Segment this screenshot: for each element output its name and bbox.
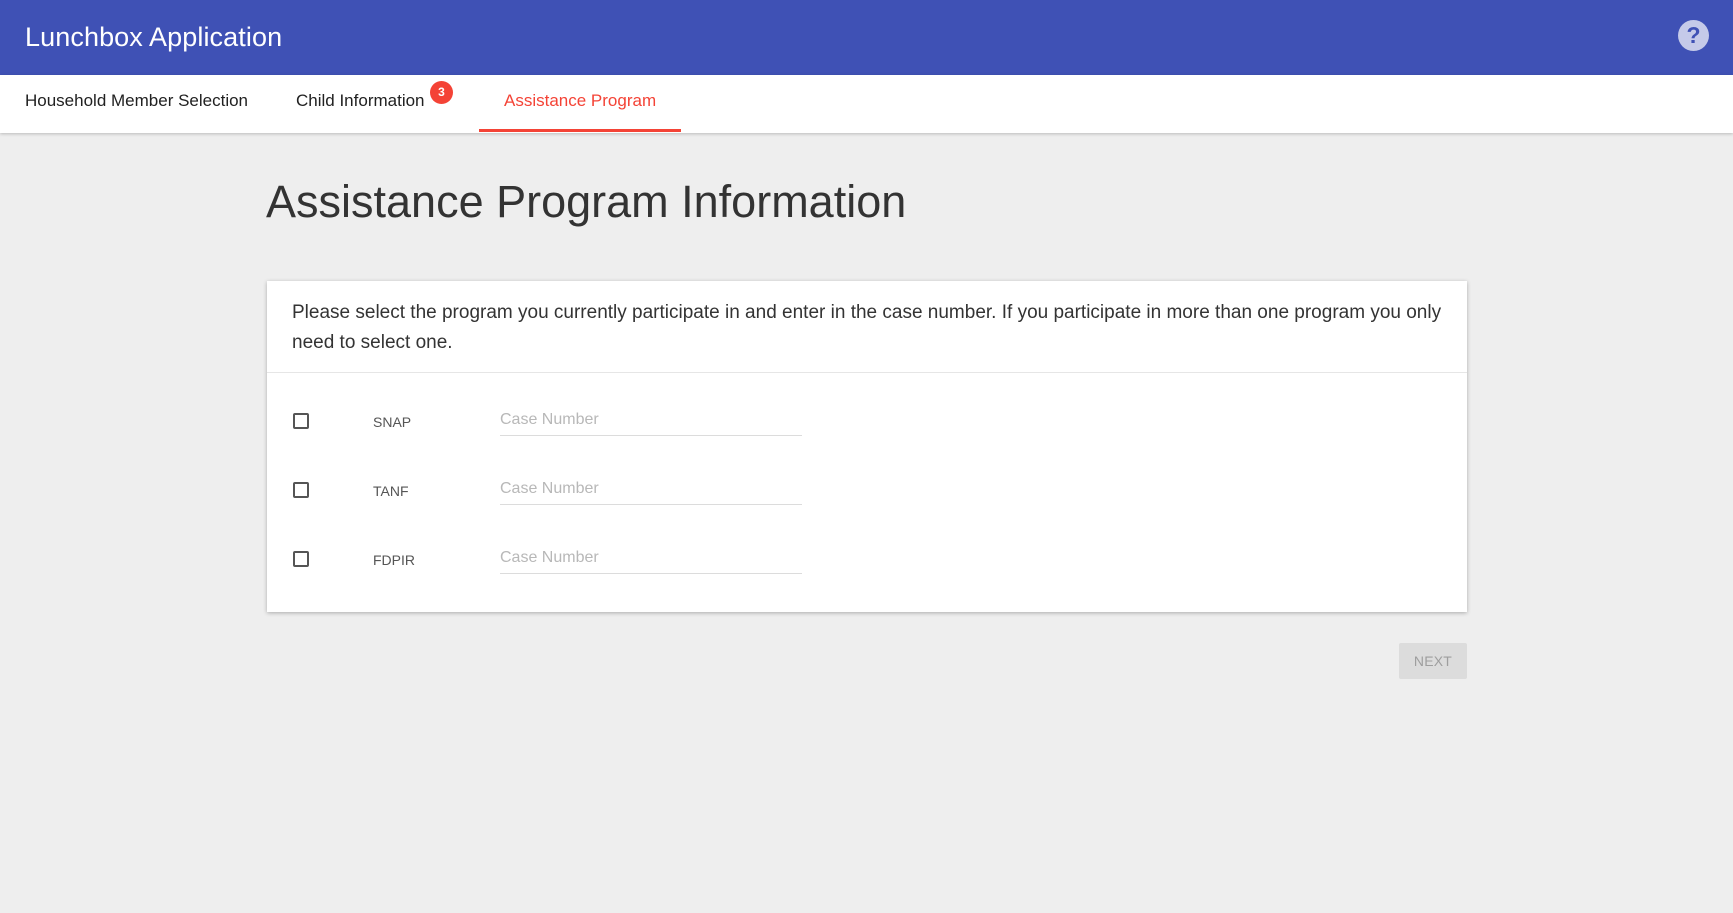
program-row-tanf: TANF bbox=[267, 471, 1467, 511]
page-title: Assistance Program Information bbox=[266, 176, 907, 227]
tab-assistance-program[interactable]: Assistance Program bbox=[504, 75, 656, 133]
fdpir-label: FDPIR bbox=[373, 552, 415, 568]
fdpir-case-number-input[interactable] bbox=[500, 542, 802, 574]
active-tab-indicator bbox=[479, 129, 681, 132]
snap-checkbox[interactable] bbox=[293, 413, 309, 429]
program-card: Please select the program you currently … bbox=[267, 281, 1467, 612]
snap-label: SNAP bbox=[373, 414, 412, 430]
tab-household-member-selection[interactable]: Household Member Selection bbox=[25, 75, 248, 133]
app-title: Lunchbox Application bbox=[25, 22, 283, 52]
help-icon[interactable]: ? bbox=[1678, 20, 1709, 51]
child-information-badge: 3 bbox=[430, 81, 453, 104]
fdpir-checkbox[interactable] bbox=[293, 551, 309, 567]
card-instructions: Please select the program you currently … bbox=[267, 281, 1467, 373]
app-bar: Lunchbox Application ? bbox=[0, 0, 1733, 75]
snap-case-number-input[interactable] bbox=[500, 404, 802, 436]
program-row-fdpir: FDPIR bbox=[267, 540, 1467, 580]
tab-child-information[interactable]: Child Information bbox=[296, 75, 425, 133]
tanf-label: TANF bbox=[373, 483, 409, 499]
program-row-snap: SNAP bbox=[267, 402, 1467, 442]
next-button[interactable]: NEXT bbox=[1399, 643, 1467, 679]
tanf-checkbox[interactable] bbox=[293, 482, 309, 498]
tanf-case-number-input[interactable] bbox=[500, 473, 802, 505]
tab-bar: Household Member Selection Child Informa… bbox=[0, 75, 1733, 133]
